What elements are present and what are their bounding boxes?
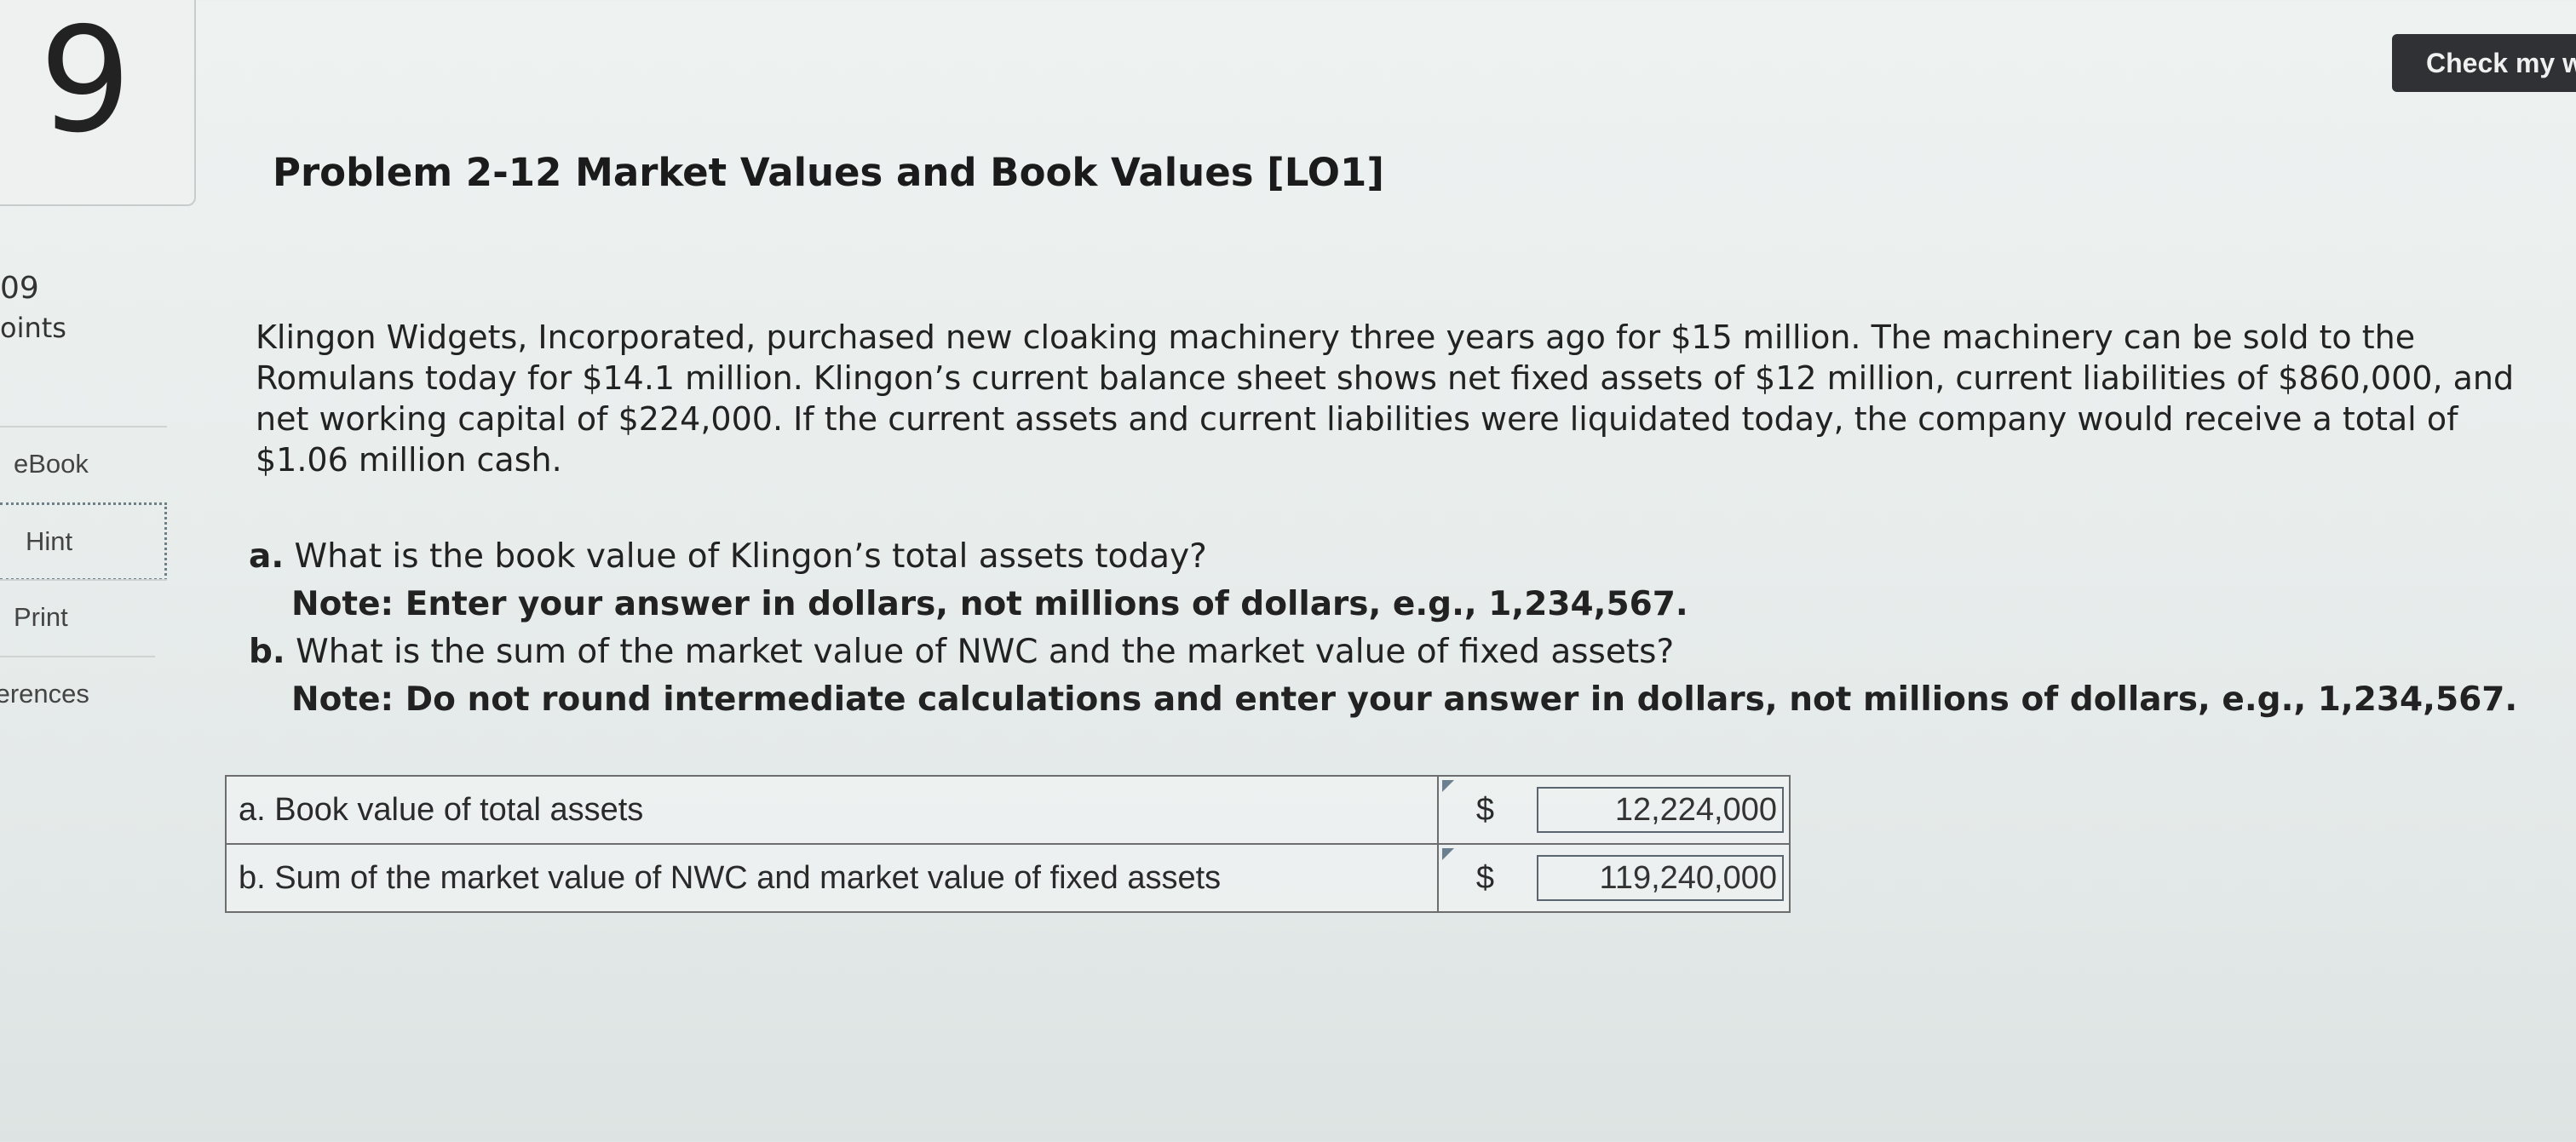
ebook-label: eBook [14, 449, 89, 479]
question-b: b. What is the sum of the market value o… [249, 628, 2549, 676]
answer-label: b. Sum of the market value of NWC and ma… [225, 843, 1439, 913]
references-label: ferences [0, 679, 89, 709]
answer-cell [1532, 775, 1791, 845]
table-row: b. Sum of the market value of NWC and ma… [225, 843, 1791, 913]
question-b-letter: b. [249, 633, 285, 671]
print-label: Print [14, 602, 68, 632]
question-number-box: 9 [0, 0, 196, 206]
check-my-work-label: Check my w [2426, 47, 2576, 78]
points-value: 09 [0, 271, 39, 306]
question-a: a. What is the book value of Klingon’s t… [249, 533, 2549, 581]
answer-a-input[interactable] [1537, 787, 1784, 833]
question-a-note: Note: Enter your answer in dollars, not … [291, 585, 1688, 623]
question-a-letter: a. [249, 537, 285, 576]
answer-cell [1532, 843, 1791, 913]
ebook-button[interactable]: eBook [0, 426, 167, 501]
currency-symbol: $ [1436, 843, 1532, 913]
question-number: 9 [39, 0, 132, 165]
problem-text: Klingon Widgets, Incorporated, purchased… [256, 318, 2515, 479]
print-button[interactable]: Print [0, 579, 167, 654]
answer-b-input[interactable] [1537, 855, 1784, 901]
currency-symbol: $ [1436, 775, 1532, 845]
table-row: a. Book value of total assets $ [225, 775, 1791, 845]
answer-table: a. Book value of total assets $ b. Sum o… [225, 775, 1791, 913]
question-a-text: What is the book value of Klingon’s tota… [294, 537, 1207, 576]
hint-label: Hint [26, 526, 73, 556]
question-b-text: What is the sum of the market value of N… [296, 633, 1675, 671]
problem-title: Problem 2-12 Market Values and Book Valu… [273, 150, 1384, 195]
question-b-note: Note: Do not round intermediate calculat… [291, 680, 2518, 719]
references-button[interactable]: ferences [0, 656, 155, 731]
points-label: oints [0, 312, 66, 344]
answer-label: a. Book value of total assets [225, 775, 1439, 845]
check-my-work-button[interactable]: Check my w [2392, 34, 2576, 92]
hint-button[interactable]: Hint [0, 502, 167, 581]
question-list: a. What is the book value of Klingon’s t… [249, 533, 2549, 724]
